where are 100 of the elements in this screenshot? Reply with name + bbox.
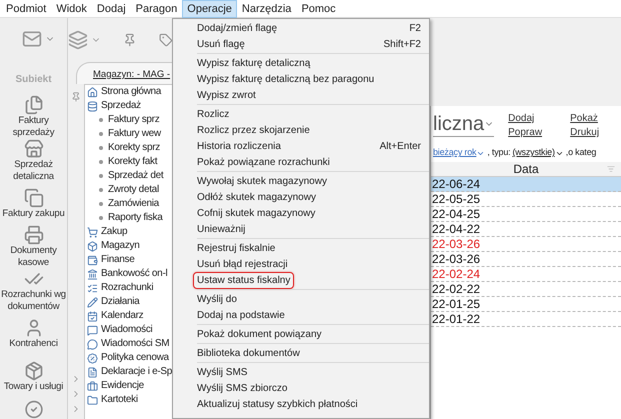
table-row[interactable]: 22-06-24 xyxy=(431,177,621,192)
tree-item[interactable]: Sprzedaż xyxy=(101,99,141,113)
menu-item-label: Wyślij SMS xyxy=(197,366,248,380)
tree-item[interactable]: Sprzedaż det xyxy=(108,169,164,183)
menu-item[interactable]: Rozlicz przez skojarzenie xyxy=(173,122,429,138)
action-link[interactable]: Drukuj xyxy=(570,126,618,140)
menu-item-label: Ustaw status fiskalny xyxy=(193,272,294,288)
tree-item[interactable]: Działania xyxy=(101,295,140,309)
table-row[interactable]: 22-01-22 xyxy=(431,312,621,327)
tree-item[interactable]: Korekty sprz xyxy=(108,141,160,155)
menu-bar-item[interactable]: Narzędzia xyxy=(236,0,296,18)
tab[interactable]: Magazyn: - MAG - xyxy=(76,62,172,84)
menu-item[interactable]: Ustaw status fiskalny xyxy=(173,272,429,288)
menu-item[interactable]: Pokaż powiązane rozrachunki xyxy=(173,154,429,170)
tree-item[interactable]: Zamówienia xyxy=(108,197,159,211)
menu-item[interactable]: Wyślij do xyxy=(173,291,429,307)
envelope-icon[interactable] xyxy=(22,28,42,49)
calendar-icon xyxy=(87,310,98,322)
box-icon xyxy=(87,240,98,252)
shortcut-label: Shift+F2 xyxy=(383,38,421,52)
bullet-icon xyxy=(99,132,103,136)
nav-item-label[interactable]: Dokumenty kasowe xyxy=(0,245,68,270)
nav-item-label[interactable]: Faktury sprzedaży xyxy=(0,114,68,139)
tree-item[interactable]: Faktury sprz xyxy=(108,113,160,127)
menu-item[interactable]: Cofnij skutek magazynowy xyxy=(173,205,429,221)
tree-item[interactable]: Polityka cenowa xyxy=(101,351,169,365)
menu-item-label: Cofnij skutek magazynowy xyxy=(197,206,316,220)
nav-item-label[interactable]: Towary i usługi xyxy=(0,380,68,393)
menu-item[interactable]: Unieważnij xyxy=(173,221,429,237)
menu-bar-item[interactable]: Widok xyxy=(51,0,92,18)
menu-item[interactable]: Dodaj na podstawie xyxy=(173,307,429,323)
table-row[interactable]: 22-03-26 xyxy=(431,252,621,267)
menu-item[interactable]: Aktualizuj statusy szybkich płatności xyxy=(173,396,429,412)
menu-item[interactable]: Biblioteka dokumentów xyxy=(173,345,429,361)
menu-item[interactable]: Rejestruj fiskalnie xyxy=(173,240,429,256)
nav-item-label[interactable]: Kontrahenci xyxy=(0,338,68,350)
menu-item[interactable]: Odłóż skutek magazynowy xyxy=(173,189,429,205)
period-dropdown[interactable]: bieżący rok xyxy=(433,146,486,160)
menu-item[interactable]: Wyślij SMS xyxy=(173,364,429,380)
table-row[interactable]: 22-05-25 xyxy=(431,192,621,207)
action-link[interactable]: Dodaj xyxy=(508,112,556,126)
menu-item[interactable]: Wypisz fakturę detaliczną bez paragonu xyxy=(173,71,429,87)
table-row[interactable]: 22-04-25 xyxy=(431,207,621,222)
files-icon[interactable] xyxy=(24,94,44,115)
tree-item[interactable]: Strona główna xyxy=(101,85,162,99)
menu-bar-item[interactable]: Paragon xyxy=(130,0,182,18)
nav-item-label[interactable]: Rozrachunki wg dokumentów xyxy=(0,289,68,314)
tree-item[interactable]: Bankowość on-l xyxy=(101,267,168,281)
table-row[interactable]: 22-02-24 xyxy=(431,267,621,282)
tree-item[interactable]: Faktury wew xyxy=(108,127,161,141)
tree-item[interactable]: Finanse xyxy=(101,253,134,267)
menu-item[interactable]: Historia rozliczenia Alt+Enter xyxy=(173,138,429,154)
menu-item[interactable]: Pokaż dokument powiązany xyxy=(173,326,429,342)
action-link[interactable]: Pokaż xyxy=(570,112,618,126)
menu-item[interactable]: Wypisz fakturę detaliczną xyxy=(173,55,429,71)
menu-item[interactable]: Wypisz zwrot xyxy=(173,87,429,103)
table-row[interactable]: 22-03-26 xyxy=(431,237,621,252)
tree-item[interactable]: Kartoteki xyxy=(101,393,138,407)
view-title[interactable]: liczna xyxy=(433,112,494,137)
column-header[interactable]: Data xyxy=(431,162,621,177)
tree-item[interactable]: Ewidencje xyxy=(101,379,144,393)
tree-item[interactable]: Wiadomości xyxy=(101,323,152,337)
tree-item[interactable]: Kalendarz xyxy=(101,309,144,323)
pin-icon[interactable] xyxy=(71,92,81,102)
tree-item[interactable]: Zwroty detal xyxy=(108,183,159,197)
table-row[interactable]: 22-02-22 xyxy=(431,282,621,297)
nav-item-label[interactable]: Faktury zakupu xyxy=(0,208,68,220)
menu-bar-item[interactable]: Operacje xyxy=(182,0,237,18)
menu-item[interactable]: Rozlicz xyxy=(173,106,429,122)
menu-bar-item[interactable]: Dodaj xyxy=(92,0,131,18)
menu-item-label: Wypisz zwrot xyxy=(197,88,256,102)
package-icon[interactable] xyxy=(24,360,44,381)
table-row[interactable]: 22-04-22 xyxy=(431,222,621,237)
tree-item[interactable]: Raporty fiska xyxy=(108,211,162,225)
tree-item[interactable]: Zakup xyxy=(101,225,128,239)
tree-item[interactable]: Deklaracje i e-Sp xyxy=(101,365,172,379)
logo: Subiekt xyxy=(15,72,52,87)
menu-item[interactable]: Dodaj/zmień flagę F2 xyxy=(173,20,429,36)
filter-icon[interactable] xyxy=(607,165,615,173)
type-dropdown[interactable]: (wszystkie) xyxy=(512,146,564,160)
table-row[interactable]: 22-01-25 xyxy=(431,297,621,312)
menu-item[interactable]: Wyślij SMS zbiorczo xyxy=(173,380,429,396)
menu-item[interactable]: Wywołaj skutek magazynowy xyxy=(173,173,429,189)
printer-icon[interactable] xyxy=(24,225,44,246)
menu-bar-item[interactable]: Pomoc xyxy=(296,0,341,18)
menu-bar-item[interactable]: Podmiot xyxy=(1,0,52,18)
tree-item[interactable]: Wiadomości SM xyxy=(101,337,170,351)
store-icon[interactable] xyxy=(24,138,44,159)
action-link[interactable]: Popraw xyxy=(508,126,556,140)
copy-icon[interactable] xyxy=(24,188,44,208)
tree-item[interactable]: Korekty fakt xyxy=(108,155,158,169)
nav-item-label[interactable]: Sprzedaż detaliczna xyxy=(0,158,68,183)
bullet-icon xyxy=(99,174,103,178)
check-circle-icon[interactable] xyxy=(24,400,44,419)
tree-item[interactable]: Magazyn xyxy=(101,239,140,253)
menu-item[interactable]: Usuń flagę Shift+F2 xyxy=(173,36,429,52)
menu-item[interactable]: Usuń błąd rejestracji xyxy=(173,256,429,272)
tree-item[interactable]: Rozrachunki xyxy=(101,281,154,295)
layers-icon[interactable] xyxy=(68,30,88,50)
shortcut-label: Alt+Enter xyxy=(380,140,421,154)
